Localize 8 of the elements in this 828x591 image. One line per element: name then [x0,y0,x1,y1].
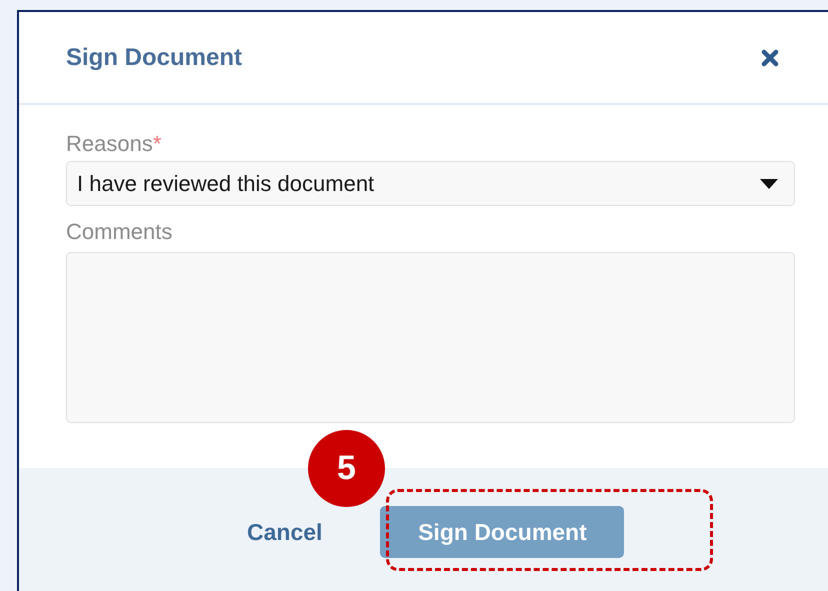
step-badge: 5 [308,430,385,507]
caret-icon [760,178,778,188]
dialog-title: Sign Document [66,42,242,72]
comments-field[interactable] [66,252,795,423]
cancel-link[interactable]: Cancel [247,506,322,558]
field-label: Comments [66,218,174,246]
field-label: Reasons* [66,130,162,158]
reasons-dropdown[interactable]: I have reviewed this document [66,161,795,206]
